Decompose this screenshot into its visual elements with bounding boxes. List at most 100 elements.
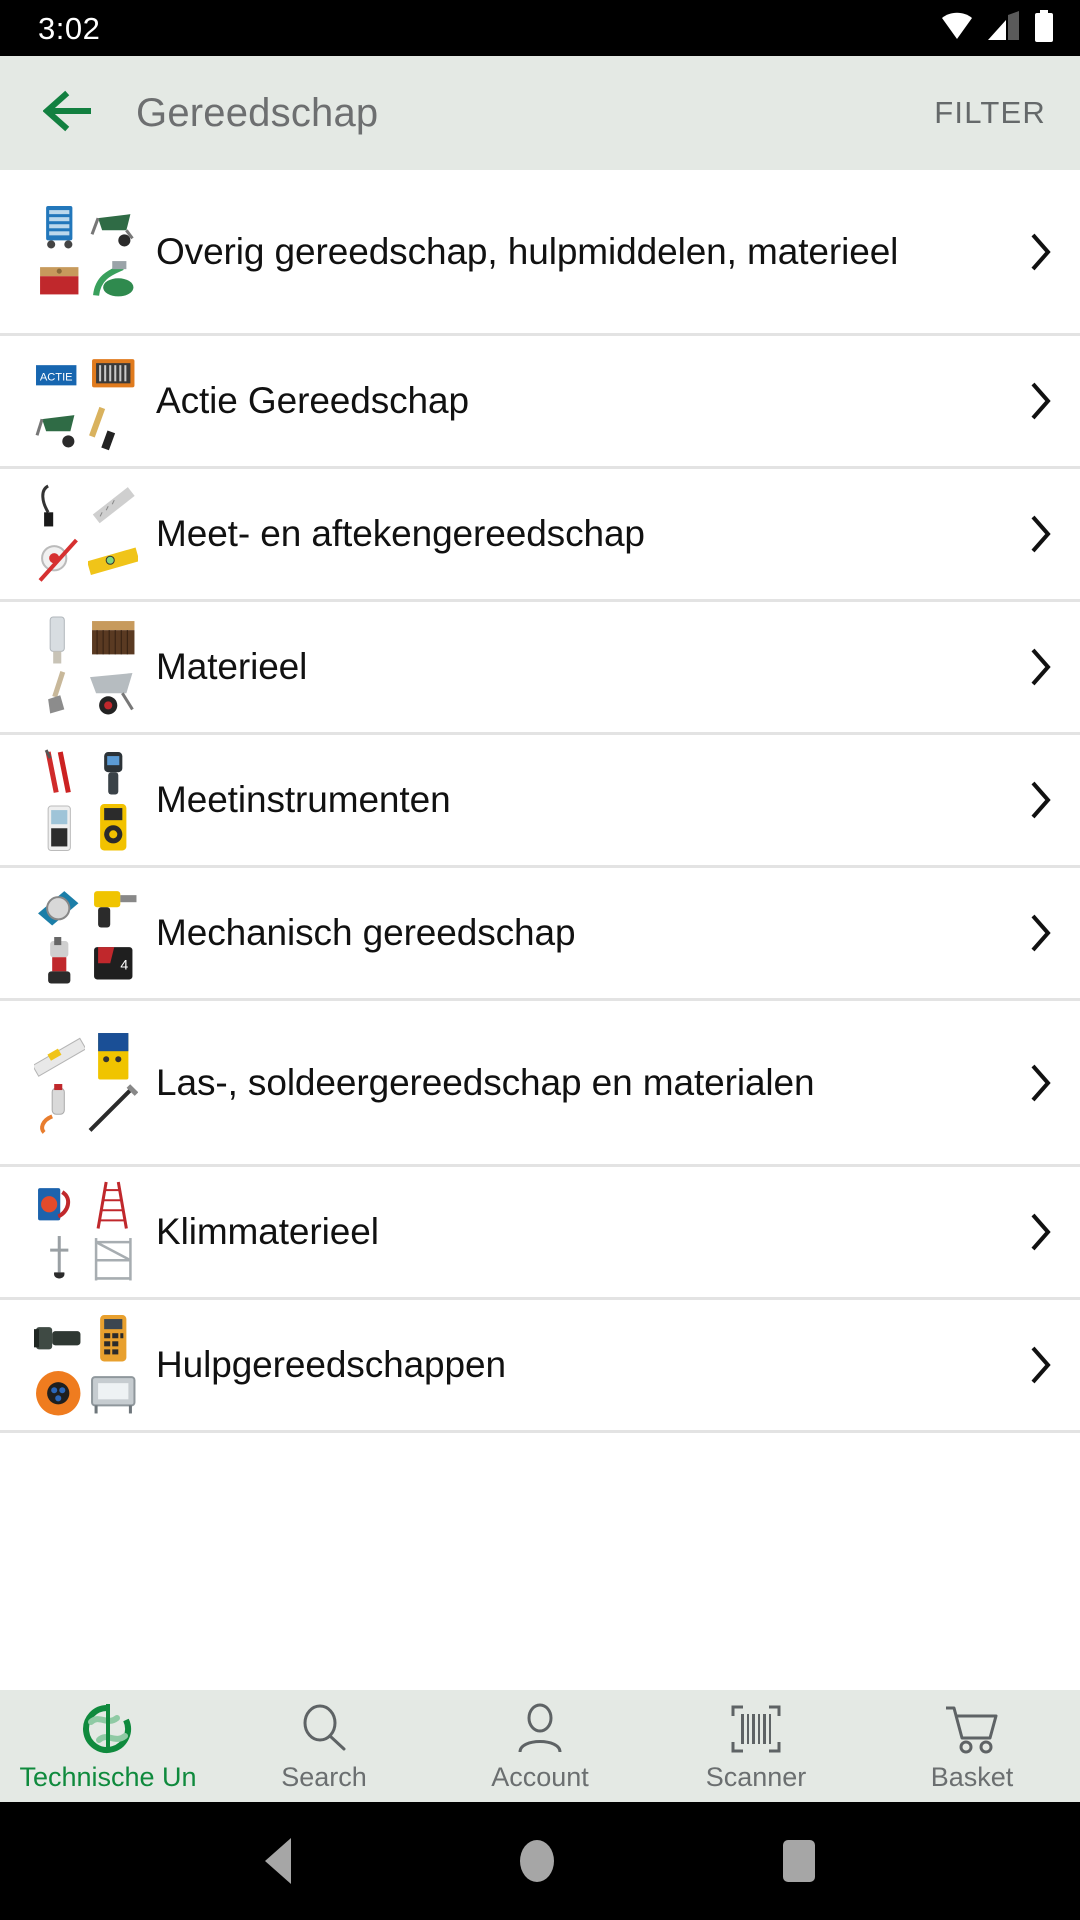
list-item-label: Mechanisch gereedschap bbox=[156, 912, 576, 954]
arrow-left-icon bbox=[42, 89, 97, 138]
thumb-cell bbox=[88, 200, 139, 251]
chevron-right-icon bbox=[1022, 911, 1060, 955]
barcode-scanner-icon bbox=[729, 1700, 783, 1758]
thumb-cell bbox=[88, 802, 139, 853]
list-item[interactable]: ACTIE Actie Gereedschap bbox=[0, 336, 1080, 469]
category-thumbnail bbox=[34, 1313, 138, 1417]
category-thumbnail bbox=[34, 482, 138, 586]
nav-item-account[interactable]: Account bbox=[432, 1690, 648, 1802]
shopping-cart-icon bbox=[944, 1700, 1000, 1758]
bottom-navigation: Technische Un Search Account Scanner Bas… bbox=[0, 1690, 1080, 1802]
thumb-cell bbox=[34, 615, 85, 666]
list-item-label: Klimmaterieel bbox=[156, 1211, 379, 1253]
thumb-cell bbox=[34, 253, 85, 304]
chevron-right-icon bbox=[1022, 645, 1060, 689]
home-circle-icon[interactable] bbox=[519, 1840, 554, 1882]
category-thumbnail bbox=[34, 1180, 138, 1284]
nav-item-label: Basket bbox=[930, 1761, 1014, 1792]
thumb-cell bbox=[34, 1031, 85, 1082]
thumb-cell bbox=[34, 482, 85, 533]
app-screen: 3:02 Gereedschap FILTER Overig gereedsch… bbox=[0, 0, 1080, 1920]
thumb-cell bbox=[34, 1313, 85, 1364]
thumb-cell bbox=[88, 1180, 139, 1231]
wifi-icon bbox=[940, 11, 974, 46]
nav-item-search[interactable]: Search bbox=[216, 1690, 432, 1802]
category-thumbnail bbox=[34, 615, 138, 719]
chevron-right-icon bbox=[1022, 1343, 1060, 1387]
thumb-cell bbox=[88, 615, 139, 666]
thumb-cell bbox=[88, 1234, 139, 1285]
status-bar-icons bbox=[940, 9, 1054, 47]
category-thumbnail: ACTIE bbox=[34, 349, 138, 453]
thumb-cell bbox=[88, 403, 139, 454]
filter-button[interactable]: FILTER bbox=[914, 81, 1054, 145]
nav-item-label: Technische Un bbox=[19, 1761, 197, 1792]
category-thumbnail: 4 bbox=[34, 881, 138, 985]
thumb-cell bbox=[34, 1234, 85, 1285]
back-button[interactable] bbox=[34, 77, 106, 149]
app-bar: Gereedschap FILTER bbox=[0, 56, 1080, 170]
list-item-label: Meetinstrumenten bbox=[156, 779, 451, 821]
thumb-cell bbox=[34, 935, 85, 986]
android-system-navigation bbox=[0, 1802, 1080, 1920]
thumb-cell bbox=[88, 1084, 139, 1135]
list-item-label: Materieel bbox=[156, 646, 308, 688]
thumb-cell: ACTIE bbox=[34, 349, 85, 400]
category-list[interactable]: Overig gereedschap, hulpmiddelen, materi… bbox=[0, 170, 1080, 1690]
cellular-signal-icon bbox=[988, 10, 1020, 46]
thumb-cell bbox=[88, 881, 139, 932]
list-item[interactable]: Meetinstrumenten bbox=[0, 735, 1080, 868]
battery-icon bbox=[1034, 9, 1054, 47]
category-thumbnail bbox=[34, 200, 138, 304]
nav-item-home[interactable]: Technische Un bbox=[0, 1690, 216, 1802]
thumb-cell bbox=[34, 881, 85, 932]
thumb-cell bbox=[34, 536, 85, 587]
thumb-cell bbox=[34, 669, 85, 720]
list-item[interactable]: Las-, soldeergereedschap en materialen bbox=[0, 1001, 1080, 1167]
back-triangle-icon[interactable] bbox=[264, 1838, 291, 1884]
thumb-cell bbox=[88, 253, 139, 304]
list-item[interactable]: 4 Mechanisch gereedschap bbox=[0, 868, 1080, 1001]
thumb-cell bbox=[34, 748, 85, 799]
thumb-cell bbox=[88, 1313, 139, 1364]
thumb-cell bbox=[88, 1367, 139, 1418]
recents-square-icon[interactable] bbox=[783, 1840, 816, 1882]
thumb-cell bbox=[34, 802, 85, 853]
nav-item-basket[interactable]: Basket bbox=[864, 1690, 1080, 1802]
thumb-cell bbox=[87, 536, 138, 587]
category-thumbnail bbox=[34, 748, 138, 852]
thumb-cell bbox=[88, 748, 139, 799]
list-item-label: Hulpgereedschappen bbox=[156, 1344, 506, 1386]
nav-item-label: Search bbox=[281, 1761, 367, 1792]
page-title: Gereedschap bbox=[136, 90, 379, 135]
thumb-cell bbox=[88, 349, 139, 400]
chevron-right-icon bbox=[1022, 1061, 1060, 1105]
person-icon bbox=[513, 1700, 567, 1758]
nav-item-label: Scanner bbox=[705, 1761, 807, 1792]
thumb-cell bbox=[88, 1031, 139, 1082]
list-item[interactable]: Klimmaterieel bbox=[0, 1167, 1080, 1300]
chevron-right-icon bbox=[1022, 230, 1060, 274]
nav-item-scanner[interactable]: Scanner bbox=[648, 1690, 864, 1802]
chevron-right-icon bbox=[1022, 512, 1060, 556]
thumb-cell bbox=[34, 1367, 85, 1418]
list-item[interactable]: Meet- en aftekengereedschap bbox=[0, 469, 1080, 602]
list-item-label: Actie Gereedschap bbox=[156, 380, 469, 422]
svg-text:4: 4 bbox=[120, 956, 128, 972]
category-thumbnail bbox=[34, 1031, 138, 1135]
chevron-right-icon bbox=[1022, 778, 1060, 822]
list-item[interactable]: Overig gereedschap, hulpmiddelen, materi… bbox=[0, 170, 1080, 336]
chevron-right-icon bbox=[1022, 1210, 1060, 1254]
list-item-label: Las-, soldeergereedschap en materialen bbox=[156, 1061, 815, 1103]
list-item[interactable]: Hulpgereedschappen bbox=[0, 1300, 1080, 1433]
list-item-label: Meet- en aftekengereedschap bbox=[156, 513, 645, 555]
svg-text:ACTIE: ACTIE bbox=[40, 371, 73, 383]
thumb-cell bbox=[34, 1084, 85, 1135]
list-item[interactable]: Materieel bbox=[0, 602, 1080, 735]
thumb-cell bbox=[34, 200, 85, 251]
status-bar: 3:02 bbox=[0, 0, 1080, 56]
thumb-cell bbox=[34, 403, 85, 454]
search-icon bbox=[297, 1700, 351, 1758]
status-bar-clock: 3:02 bbox=[38, 10, 101, 46]
thumb-cell bbox=[88, 482, 139, 533]
